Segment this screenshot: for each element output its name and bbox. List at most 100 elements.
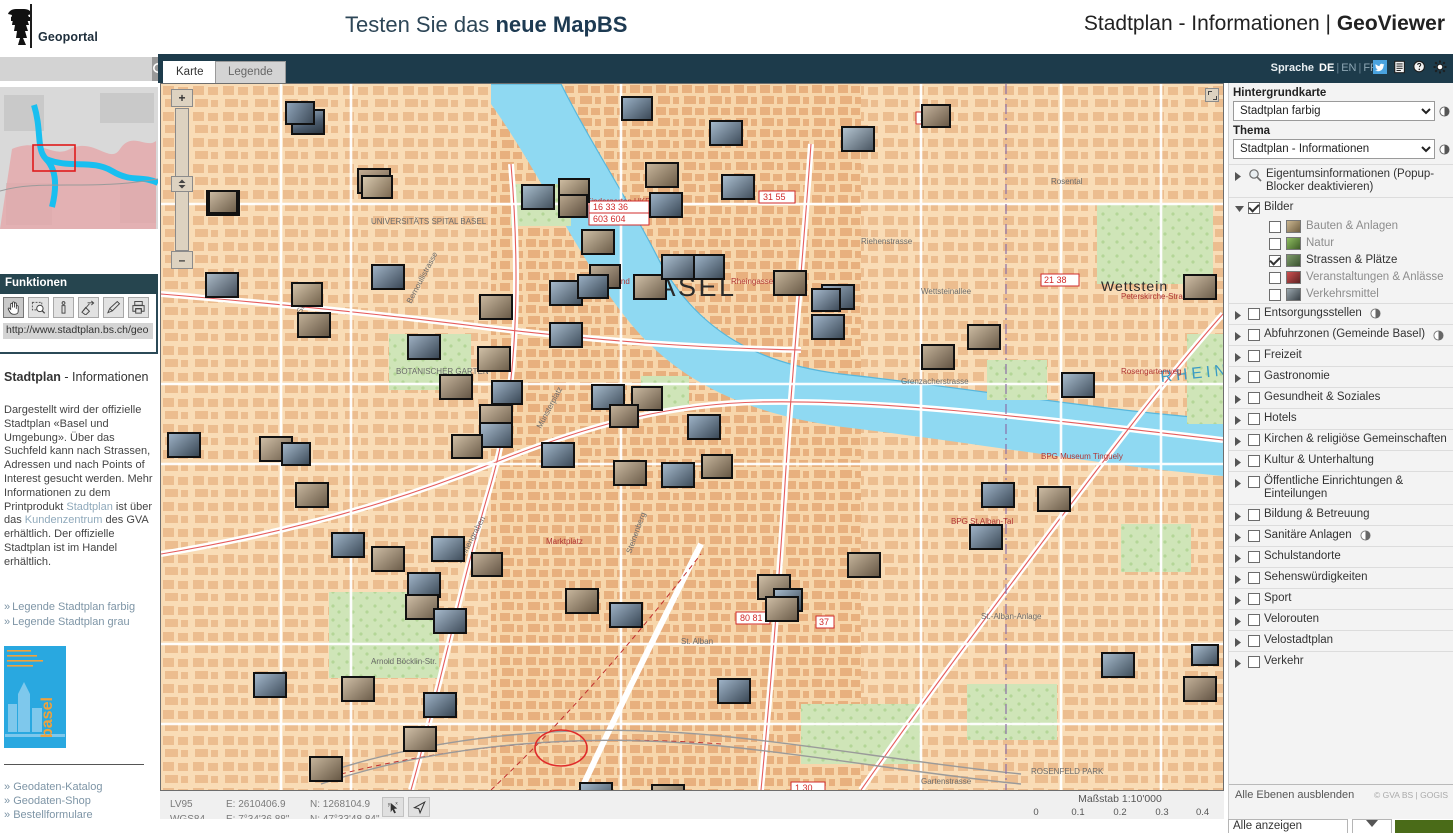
logo-block[interactable]: Geoportal <box>0 0 158 54</box>
layer-row-freizeit[interactable]: Freizeit <box>1229 345 1453 366</box>
photo-marker[interactable] <box>765 596 799 622</box>
geo-link-shop[interactable]: » Geodaten-Shop <box>4 794 158 808</box>
photo-marker[interactable] <box>253 672 287 698</box>
photo-marker[interactable] <box>691 254 725 280</box>
chevron-right-icon[interactable] <box>1235 573 1244 585</box>
chevron-down-icon[interactable] <box>1352 819 1392 833</box>
photo-marker[interactable] <box>1191 644 1219 666</box>
lang-en[interactable]: EN <box>1341 62 1356 74</box>
layer-row-hotels[interactable]: Hotels <box>1229 408 1453 429</box>
layer-row-verkehr[interactable]: Verkehr <box>1229 651 1453 672</box>
chevron-right-icon[interactable] <box>1235 531 1244 543</box>
sidebar-info-link-stadtplan[interactable]: Stadtplan <box>66 501 112 513</box>
sidebar-info-link-kundenzentrum[interactable]: Kundenzentrum <box>25 514 103 526</box>
photo-marker[interactable] <box>621 96 653 121</box>
photo-marker[interactable] <box>491 380 523 405</box>
layer-checkbox-freizeit[interactable] <box>1248 350 1260 362</box>
layer-checkbox-kirchen[interactable] <box>1248 434 1260 446</box>
layer-checkbox-abfuhrzonen[interactable] <box>1248 329 1260 341</box>
photo-marker[interactable] <box>981 482 1015 508</box>
photo-marker[interactable] <box>709 120 743 146</box>
sublayer-row-verkehrsmittel[interactable]: Verkehrsmittel <box>1229 286 1453 303</box>
show-all-dropdown[interactable]: Alle anzeigen <box>1228 819 1348 833</box>
chevron-right-icon[interactable] <box>1235 393 1244 405</box>
photo-marker[interactable] <box>205 272 239 298</box>
photo-marker[interactable] <box>1061 372 1095 398</box>
chevron-right-icon[interactable] <box>1235 414 1244 426</box>
opacity-icon[interactable] <box>1360 530 1371 541</box>
layer-checkbox-sehenswuerdigkeiten[interactable] <box>1248 572 1260 584</box>
layer-checkbox-kultur[interactable] <box>1248 455 1260 467</box>
photo-marker[interactable] <box>1101 652 1135 678</box>
photo-marker[interactable] <box>407 334 441 360</box>
photo-marker[interactable] <box>773 270 807 296</box>
photo-marker[interactable] <box>291 282 323 307</box>
photo-marker[interactable] <box>565 588 599 614</box>
geo-link-katalog[interactable]: » Geodaten-Katalog <box>4 780 158 794</box>
photo-marker[interactable] <box>471 552 503 577</box>
pan-tool-button[interactable] <box>3 297 24 318</box>
photo-marker[interactable] <box>541 442 575 468</box>
sublayer-row-strassen[interactable]: Strassen & Plätze <box>1229 252 1453 269</box>
chevron-right-icon[interactable] <box>1235 657 1244 669</box>
opacity-icon[interactable] <box>1433 330 1444 341</box>
sublayer-row-veranstaltungen[interactable]: Veranstaltungen & Anlässe <box>1229 269 1453 286</box>
layer-checkbox-bilder[interactable] <box>1248 202 1260 214</box>
layer-checkbox-hotels[interactable] <box>1248 413 1260 425</box>
sublayer-checkbox-bauten[interactable] <box>1269 221 1281 233</box>
layer-row-sehenswuerdigkeiten[interactable]: Sehenswürdigkeiten <box>1229 567 1453 588</box>
overview-map[interactable] <box>0 87 158 229</box>
zoom-slider-handle-icon[interactable] <box>171 176 193 192</box>
lang-de[interactable]: DE <box>1319 62 1334 74</box>
layer-row-sport[interactable]: Sport <box>1229 588 1453 609</box>
photo-marker[interactable] <box>811 314 845 340</box>
layer-checkbox-schulstandorte[interactable] <box>1248 551 1260 563</box>
photo-marker[interactable] <box>967 324 1001 350</box>
photo-marker[interactable] <box>811 288 841 312</box>
layer-row-bildung[interactable]: Bildung & Betreuung <box>1229 504 1453 525</box>
chevron-right-icon[interactable] <box>1235 615 1244 627</box>
hide-all-layers-button[interactable]: Alle Ebenen ausblenden <box>1235 789 1354 801</box>
layer-row-kultur[interactable]: Kultur & Unterhaltung <box>1229 450 1453 471</box>
photo-marker[interactable] <box>309 756 343 782</box>
photo-marker[interactable] <box>577 274 609 299</box>
photo-marker[interactable] <box>549 322 583 348</box>
chevron-right-icon[interactable] <box>1235 435 1244 447</box>
layer-row-eigentumsinformationen[interactable]: Eigentumsinformationen (Popup-Blocker de… <box>1229 164 1453 197</box>
search-input[interactable] <box>0 57 152 81</box>
photo-marker[interactable] <box>649 192 683 218</box>
twitter-icon[interactable] <box>1373 60 1387 74</box>
crosshair-coordinate-icon[interactable]: x y <box>382 797 404 817</box>
magnifier-icon[interactable] <box>1248 168 1262 182</box>
photo-marker[interactable] <box>281 442 311 466</box>
layer-row-velorouten[interactable]: Velorouten <box>1229 609 1453 630</box>
chevron-right-icon[interactable] <box>1235 552 1244 564</box>
north-arrow-icon[interactable] <box>408 797 430 817</box>
photo-marker[interactable] <box>403 726 437 752</box>
print-tool-button[interactable] <box>128 297 149 318</box>
photo-marker[interactable] <box>521 184 555 210</box>
opacity-icon[interactable] <box>1370 308 1381 319</box>
photo-marker[interactable] <box>609 602 643 628</box>
layer-row-oeffentliche[interactable]: Öffentliche Einrichtungen & Einteilungen <box>1229 471 1453 504</box>
photo-marker[interactable] <box>579 782 613 790</box>
sublayer-checkbox-veranstaltungen[interactable] <box>1269 272 1281 284</box>
photo-marker[interactable] <box>651 784 685 790</box>
photo-marker[interactable] <box>451 434 483 459</box>
layer-checkbox-entsorgungsstellen[interactable] <box>1248 308 1260 320</box>
theme-select[interactable]: Stadtplan - Informationen <box>1233 139 1435 159</box>
layer-row-gesundheit[interactable]: Gesundheit & Soziales <box>1229 387 1453 408</box>
draw-tool-button[interactable] <box>103 297 124 318</box>
photo-marker[interactable] <box>361 175 393 199</box>
legend-link-grau[interactable]: » Legende Stadtplan grau <box>4 615 158 630</box>
zoom-control[interactable]: + – <box>171 89 193 269</box>
photo-marker[interactable] <box>701 454 733 479</box>
photo-marker[interactable] <box>371 546 405 572</box>
info-tool-button[interactable] <box>53 297 74 318</box>
photo-marker[interactable] <box>479 422 513 448</box>
photo-marker[interactable] <box>661 462 695 488</box>
layer-row-sanitaere[interactable]: Sanitäre Anlagen <box>1229 525 1453 546</box>
photo-marker[interactable] <box>687 414 721 440</box>
photo-marker[interactable] <box>921 344 955 370</box>
tab-legende[interactable]: Legende <box>215 61 286 83</box>
